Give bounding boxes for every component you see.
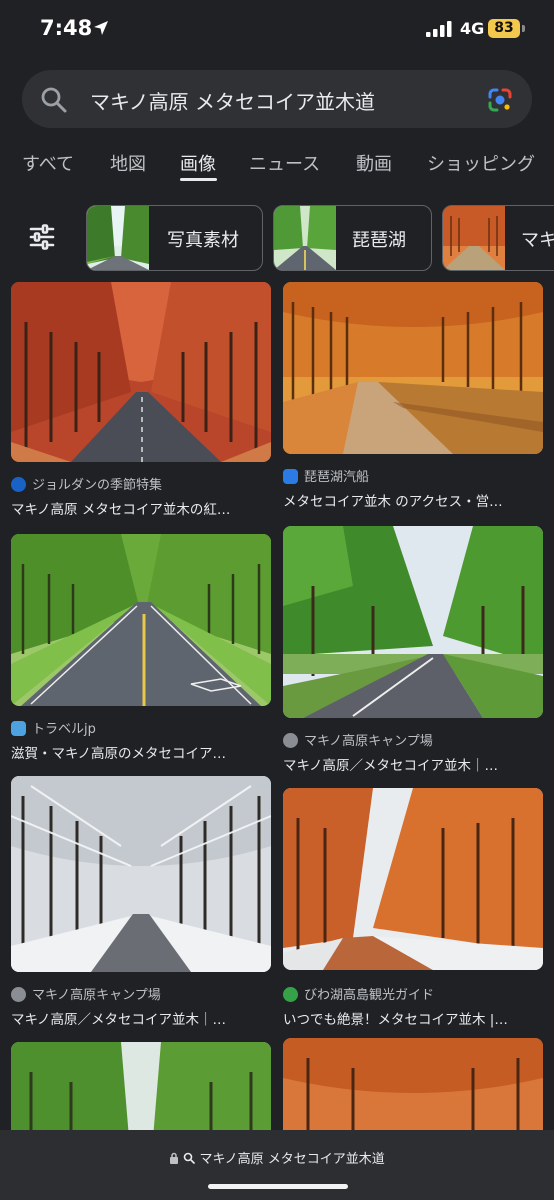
result-image[interactable]	[11, 1042, 271, 1140]
search-tabs: すべて 地図 画像 ニュース 動画 ショッピング	[0, 140, 554, 185]
chip-label: 写真素材	[167, 230, 239, 251]
search-icon	[41, 87, 67, 113]
tab-videos[interactable]: 動画	[356, 150, 392, 176]
chip-makino[interactable]: マキ	[442, 205, 554, 271]
network-type: 4G	[460, 19, 485, 38]
chip-label: 琵琶湖	[352, 230, 406, 251]
result-source[interactable]: マキノ高原キャンプ場	[11, 984, 161, 1003]
result-caption[interactable]: メタセコイア並木 のアクセス・営…	[283, 490, 543, 510]
chip-thumbnail	[87, 206, 149, 270]
home-indicator[interactable]	[208, 1184, 348, 1189]
address-text[interactable]: マキノ高原 メタセコイア並木道	[0, 1148, 554, 1167]
tab-maps[interactable]: 地図	[110, 150, 146, 176]
search-query[interactable]: マキノ高原 メタセコイア並木道	[90, 86, 375, 115]
result-caption[interactable]: マキノ高原／メタセコイア並木｜…	[283, 754, 543, 774]
tune-icon[interactable]	[28, 223, 56, 251]
location-arrow-icon	[94, 21, 108, 35]
tab-all[interactable]: すべて	[22, 150, 74, 176]
result-image[interactable]	[283, 282, 543, 454]
browser-address-bar[interactable]: マキノ高原 メタセコイア並木道	[0, 1130, 554, 1200]
result-caption[interactable]: 滋賀・マキノ高原のメタセコイア…	[11, 742, 271, 762]
lock-icon	[170, 1152, 179, 1164]
result-image[interactable]	[283, 1038, 543, 1140]
result-source[interactable]: びわ湖高島観光ガイド	[283, 984, 434, 1003]
result-image[interactable]	[11, 776, 271, 972]
chip-lake-biwa[interactable]: 琵琶湖	[273, 205, 432, 271]
chip-thumbnail	[274, 206, 336, 270]
source-favicon	[11, 987, 26, 1002]
result-image[interactable]	[11, 282, 271, 462]
filter-chips: 写真素材 琵琶湖 マキ	[0, 205, 554, 271]
search-box[interactable]: マキノ高原 メタセコイア並木道	[22, 70, 532, 128]
chip-stock-photos[interactable]: 写真素材	[86, 205, 263, 271]
signal-icon	[426, 21, 452, 37]
battery-indicator: 83	[488, 19, 520, 38]
source-favicon	[283, 733, 298, 748]
status-time: 7:48	[40, 16, 93, 40]
battery-tip	[522, 25, 525, 32]
tab-news[interactable]: ニュース	[249, 150, 320, 176]
source-favicon	[11, 721, 26, 736]
result-caption[interactable]: いつでも絶景！メタセコイア並木 |…	[283, 1008, 543, 1028]
chip-label: マキ	[521, 230, 554, 251]
status-bar: 7:48 4G 83	[0, 0, 554, 60]
result-caption[interactable]: マキノ高原／メタセコイア並木｜…	[11, 1008, 271, 1028]
search-icon	[184, 1152, 196, 1164]
tab-shopping[interactable]: ショッピング	[427, 150, 535, 176]
address-query: マキノ高原 メタセコイア並木道	[199, 1152, 385, 1167]
result-source[interactable]: マキノ高原キャンプ場	[283, 730, 433, 749]
result-source[interactable]: トラベルjp	[11, 718, 96, 737]
google-lens-icon[interactable]	[486, 86, 514, 114]
result-source[interactable]: 琵琶湖汽船	[283, 466, 369, 485]
chip-thumbnail	[443, 206, 505, 270]
tab-images[interactable]: 画像	[180, 150, 216, 176]
source-favicon	[11, 477, 26, 492]
result-image[interactable]	[283, 526, 543, 718]
active-tab-indicator	[180, 178, 217, 181]
result-source[interactable]: ジョルダンの季節特集	[11, 474, 162, 493]
result-image[interactable]	[283, 788, 543, 970]
result-caption[interactable]: マキノ高原 メタセコイア並木の紅…	[11, 498, 271, 518]
source-favicon	[283, 469, 298, 484]
source-favicon	[283, 987, 298, 1002]
image-results-grid: ジョルダンの季節特集 マキノ高原 メタセコイア並木の紅… 琵琶湖汽船 メタセコイ…	[0, 280, 554, 1140]
result-image[interactable]	[11, 534, 271, 706]
